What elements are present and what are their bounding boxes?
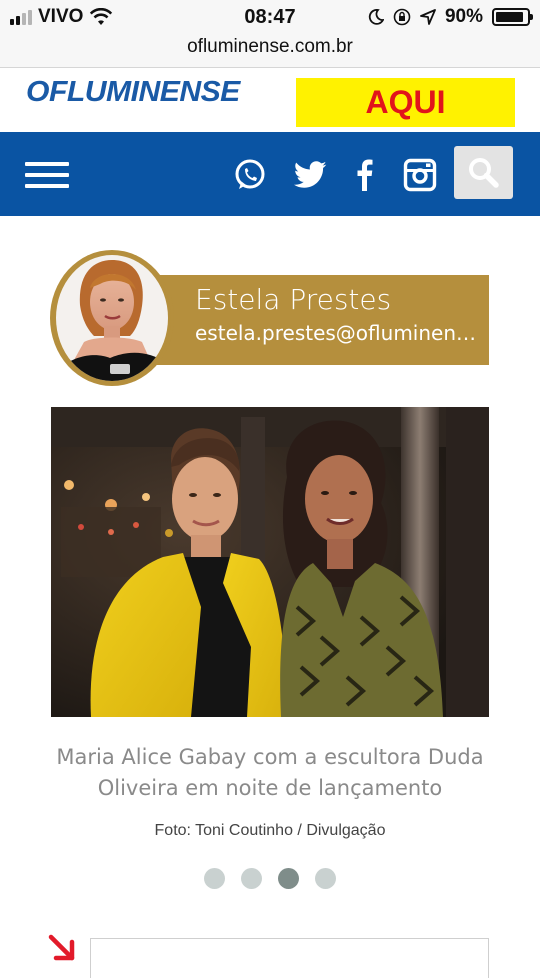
battery-percent: 90% bbox=[444, 6, 483, 27]
carousel-indicators bbox=[0, 868, 540, 889]
carousel-dot[interactable] bbox=[241, 868, 262, 889]
ad-banner[interactable]: AQUI bbox=[296, 78, 515, 127]
author-email[interactable]: estela.prestes@ofluminense.com.br bbox=[195, 321, 480, 345]
carousel-dot[interactable] bbox=[315, 868, 336, 889]
address-bar[interactable]: ofluminense.com.br bbox=[0, 34, 540, 68]
site-header: OFLUMINENSE AQUI bbox=[0, 68, 540, 132]
status-bar: VIVO 08:47 90% bbox=[0, 0, 540, 34]
next-article-card[interactable] bbox=[90, 938, 489, 978]
photo-caption: Maria Alice Gabay com a escultora Duda O… bbox=[56, 745, 484, 800]
photo-credit: Foto: Toni Coutinho / Divulgação bbox=[154, 822, 386, 839]
nav-bar bbox=[0, 132, 540, 216]
battery-fill bbox=[496, 12, 523, 22]
url-text: ofluminense.com.br bbox=[187, 36, 353, 57]
rotation-lock-icon bbox=[393, 8, 411, 26]
article-photo[interactable] bbox=[51, 407, 489, 717]
battery-icon bbox=[492, 8, 533, 26]
carousel-dot[interactable] bbox=[204, 868, 225, 889]
author-banner[interactable]: Estela Prestes estela.prestes@ofluminens… bbox=[120, 275, 489, 365]
carousel-dot[interactable] bbox=[278, 868, 299, 889]
twitter-icon[interactable] bbox=[294, 158, 330, 192]
author-avatar[interactable] bbox=[50, 250, 174, 386]
status-right: 90% bbox=[368, 6, 533, 28]
arrow-down-right-icon bbox=[48, 934, 75, 961]
whatsapp-icon[interactable] bbox=[233, 158, 267, 192]
menu-icon[interactable] bbox=[25, 162, 69, 190]
site-logo[interactable]: OFLUMINENSE bbox=[26, 76, 240, 109]
author-name: Estela Prestes bbox=[195, 283, 392, 316]
search-button[interactable] bbox=[454, 146, 513, 199]
moon-icon bbox=[368, 9, 384, 25]
instagram-icon[interactable] bbox=[403, 158, 437, 192]
search-icon bbox=[469, 158, 499, 188]
facebook-icon[interactable] bbox=[352, 158, 380, 192]
location-icon bbox=[420, 9, 436, 25]
